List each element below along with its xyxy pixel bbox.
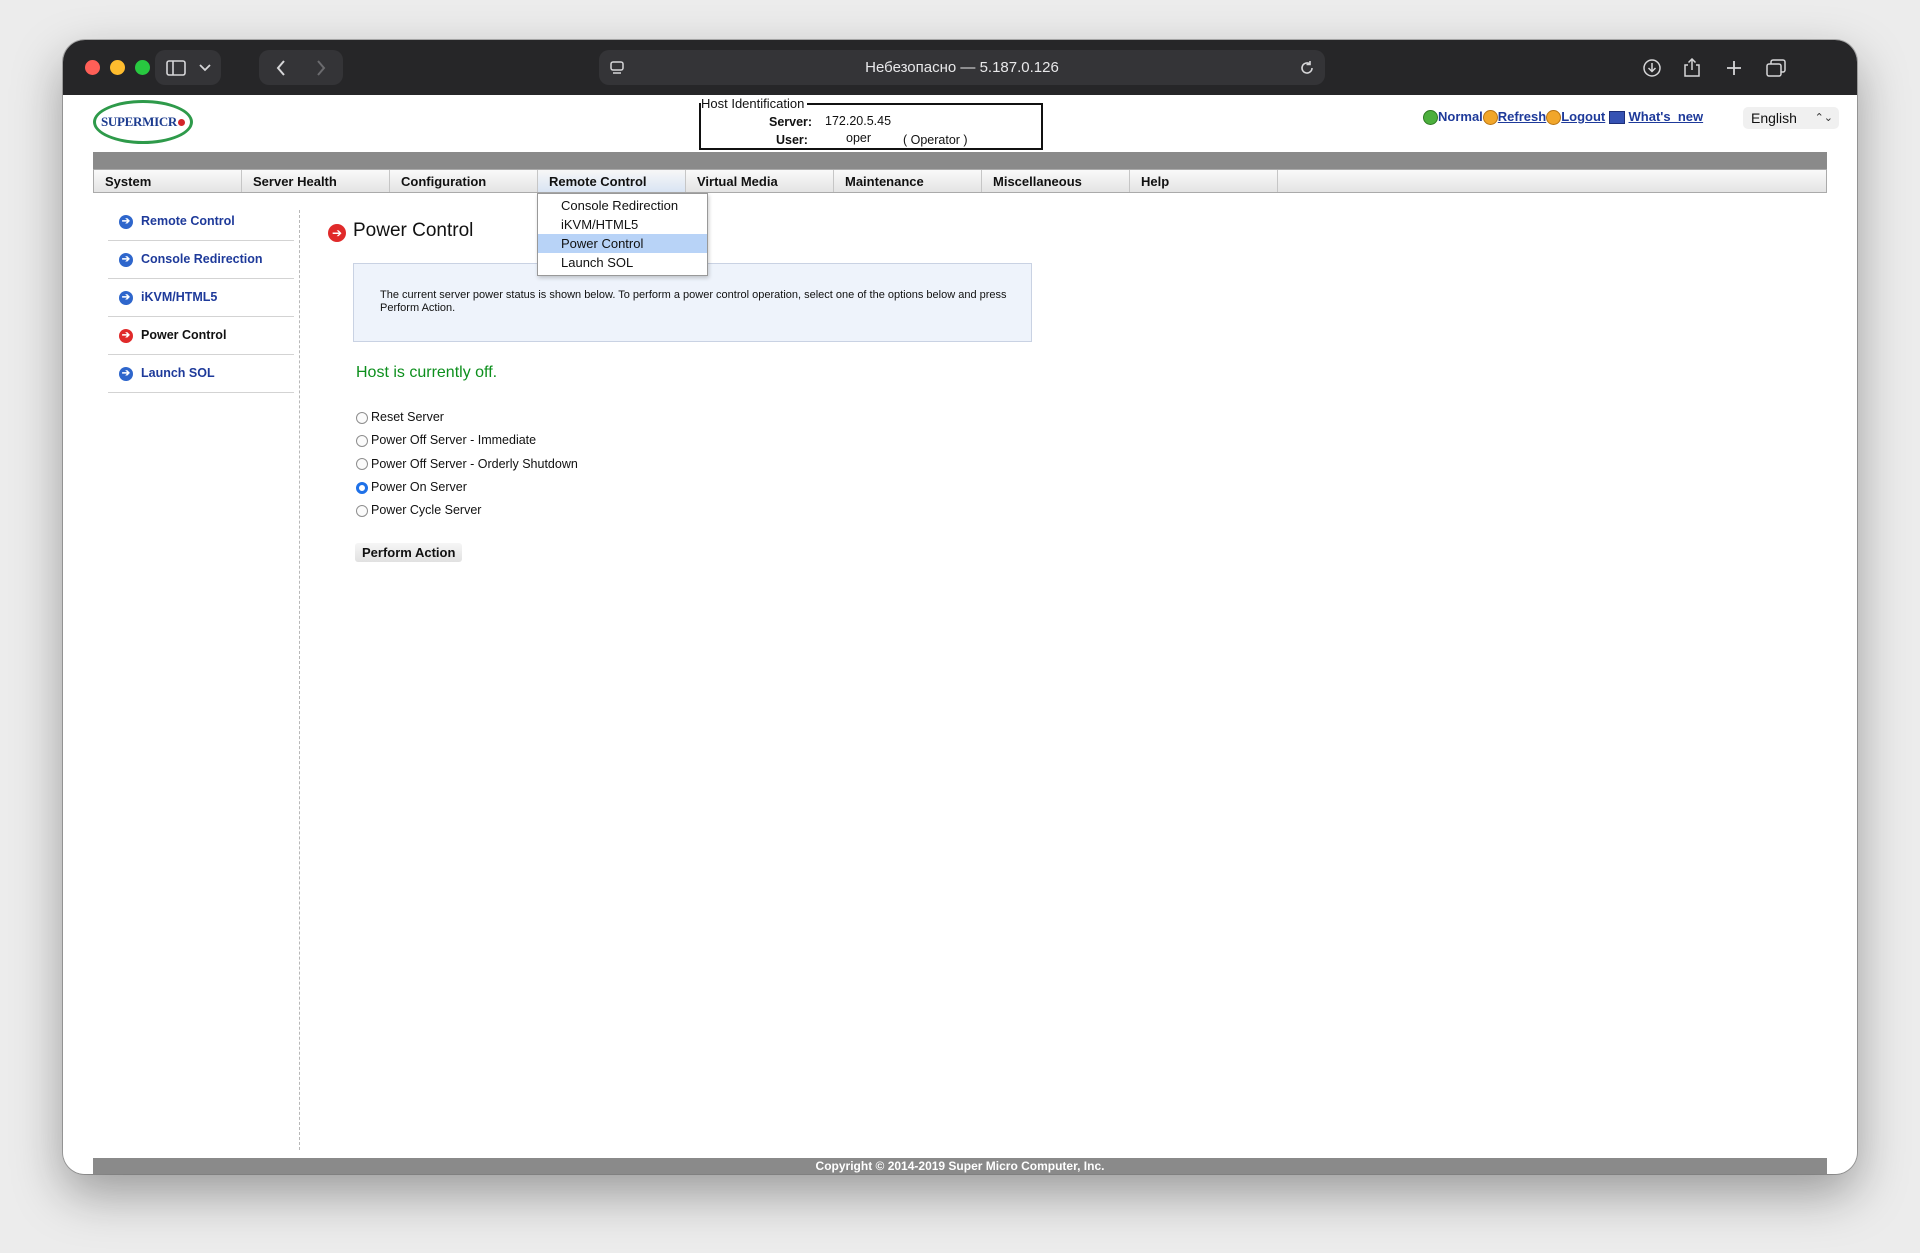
user-value: oper bbox=[846, 131, 872, 145]
radio-power-on[interactable] bbox=[356, 481, 368, 494]
user-role: ( Operator ) bbox=[903, 133, 968, 147]
sidebar-item-label: Console Redirection bbox=[141, 252, 263, 266]
sidebar-item-ikvm-html5[interactable]: ➔ iKVM/HTML5 bbox=[108, 279, 294, 317]
sidebar-item-label: iKVM/HTML5 bbox=[141, 290, 218, 304]
remote-control-dropdown: Console Redirection iKVM/HTML5 Power Con… bbox=[537, 193, 708, 276]
status-ok-icon bbox=[1423, 110, 1438, 126]
arrow-right-icon: ➔ bbox=[119, 215, 133, 229]
chevron-down-icon[interactable] bbox=[193, 50, 217, 85]
radio-power-off-orderly[interactable] bbox=[356, 458, 368, 471]
nav-server-health[interactable]: Server Health bbox=[242, 170, 390, 192]
nav-remote-control[interactable]: Remote Control bbox=[538, 170, 686, 192]
new-tab-icon[interactable] bbox=[1717, 50, 1751, 85]
sidebar-toggle-group bbox=[155, 50, 221, 85]
radio-reset-server[interactable] bbox=[356, 411, 368, 424]
nav-miscellaneous[interactable]: Miscellaneous bbox=[982, 170, 1130, 192]
option-label: Power Off Server - Immediate bbox=[371, 433, 537, 448]
language-select[interactable]: English ⌃⌄ bbox=[1743, 107, 1839, 129]
status-label: Normal bbox=[1438, 109, 1483, 124]
sidebar-item-label: Power Control bbox=[141, 328, 227, 342]
header-links: Normal Refresh Logout What's_new bbox=[1423, 109, 1704, 126]
dropdown-power-control[interactable]: Power Control bbox=[538, 234, 707, 253]
sidebar-divider bbox=[299, 210, 300, 1150]
option-label: Power Off Server - Orderly Shutdown bbox=[371, 456, 578, 471]
dropdown-console-redirection[interactable]: Console Redirection bbox=[538, 196, 707, 215]
option-label: Power On Server bbox=[371, 480, 467, 495]
host-identification-box: Host Identification Server: 172.20.5.45 … bbox=[699, 96, 1043, 150]
refresh-link[interactable]: Refresh bbox=[1498, 109, 1546, 124]
arrow-right-icon: ➔ bbox=[119, 291, 133, 305]
address-bar[interactable]: Небезопасно — 5.187.0.126 bbox=[599, 50, 1325, 85]
main-nav: System Server Health Configuration Remot… bbox=[93, 169, 1827, 193]
nav-maintenance[interactable]: Maintenance bbox=[834, 170, 982, 192]
host-identification-legend: Host Identification bbox=[701, 96, 808, 111]
back-icon[interactable] bbox=[265, 50, 297, 85]
nav-system[interactable]: System bbox=[94, 170, 242, 192]
dropdown-launch-sol[interactable]: Launch SOL bbox=[538, 253, 707, 272]
logo-text: SUPERMICR bbox=[100, 114, 178, 129]
host-status: Host is currently off. bbox=[356, 364, 498, 381]
option-label: Reset Server bbox=[371, 410, 444, 425]
url-text: Небезопасно — 5.187.0.126 bbox=[865, 59, 1059, 76]
forward-icon[interactable] bbox=[305, 50, 337, 85]
option-power-on[interactable]: Power On Server bbox=[356, 476, 578, 499]
sidebar-item-remote-control[interactable]: ➔ Remote Control bbox=[108, 203, 294, 241]
history-nav-group bbox=[259, 50, 343, 85]
updown-chevron-icon: ⌃⌄ bbox=[1814, 112, 1833, 124]
option-power-off-immediate[interactable]: Power Off Server - Immediate bbox=[356, 429, 578, 452]
supermicro-logo: SUPERMICR bbox=[93, 100, 193, 144]
page-title: Power Control bbox=[353, 220, 474, 241]
power-options: Reset Server Power Off Server - Immediat… bbox=[356, 406, 578, 522]
arrow-right-icon: ➔ bbox=[119, 329, 133, 343]
nav-help[interactable]: Help bbox=[1130, 170, 1278, 192]
reload-icon[interactable] bbox=[1289, 50, 1325, 85]
radio-power-cycle[interactable] bbox=[356, 504, 368, 517]
language-value: English bbox=[1751, 110, 1797, 126]
sidebar-item-launch-sol[interactable]: ➔ Launch SOL bbox=[108, 355, 294, 393]
close-window-button[interactable] bbox=[85, 60, 100, 75]
minimize-window-button[interactable] bbox=[110, 60, 125, 75]
server-value: 172.20.5.45 bbox=[825, 114, 892, 128]
zoom-window-button[interactable] bbox=[135, 60, 150, 75]
sidebar-item-label: Launch SOL bbox=[141, 366, 215, 380]
web-page: SUPERMICR Host Identification Server: 17… bbox=[63, 95, 1857, 1174]
arrow-right-icon: ➔ bbox=[119, 253, 133, 267]
dropdown-ikvm-html5[interactable]: iKVM/HTML5 bbox=[538, 215, 707, 234]
tabs-icon[interactable] bbox=[1759, 50, 1793, 85]
option-label: Power Cycle Server bbox=[371, 503, 482, 518]
header-divider-bar bbox=[93, 152, 1827, 169]
whats-new-link[interactable]: What's_new bbox=[1629, 109, 1704, 124]
monitor-icon[interactable] bbox=[1608, 111, 1625, 125]
sidebar-item-power-control[interactable]: ➔ Power Control bbox=[108, 317, 294, 355]
refresh-icon[interactable] bbox=[1482, 110, 1498, 126]
user-label: User: bbox=[776, 133, 808, 147]
option-power-cycle[interactable]: Power Cycle Server bbox=[356, 499, 578, 522]
power-control-arrow-icon: ➔ bbox=[328, 224, 346, 242]
nav-configuration[interactable]: Configuration bbox=[390, 170, 538, 192]
server-label: Server: bbox=[769, 115, 813, 129]
option-power-off-orderly[interactable]: Power Off Server - Orderly Shutdown bbox=[356, 453, 578, 476]
browser-toolbar: Небезопасно — 5.187.0.126 bbox=[63, 40, 1857, 95]
logout-link[interactable]: Logout bbox=[1561, 109, 1605, 124]
logout-icon[interactable] bbox=[1546, 110, 1562, 126]
share-icon[interactable] bbox=[1675, 50, 1709, 85]
sidebar-item-label: Remote Control bbox=[141, 214, 235, 228]
sidebar-icon[interactable] bbox=[161, 50, 191, 85]
radio-power-off-immediate[interactable] bbox=[356, 434, 368, 447]
sidebar: ➔ Remote Control ➔ Console Redirection ➔… bbox=[108, 203, 294, 393]
option-reset-server[interactable]: Reset Server bbox=[356, 406, 578, 429]
logo-dot-icon bbox=[178, 118, 186, 126]
perform-action-button[interactable]: Perform Action bbox=[355, 543, 463, 562]
sidebar-item-console-redirection[interactable]: ➔ Console Redirection bbox=[108, 241, 294, 279]
nav-virtual-media[interactable]: Virtual Media bbox=[686, 170, 834, 192]
footer: Copyright © 2014-2019 Super Micro Comput… bbox=[93, 1158, 1827, 1174]
browser-window: Небезопасно — 5.187.0.126 SUPERMICR Host… bbox=[63, 40, 1857, 1174]
arrow-right-icon: ➔ bbox=[119, 367, 133, 381]
download-icon[interactable] bbox=[1635, 50, 1669, 85]
